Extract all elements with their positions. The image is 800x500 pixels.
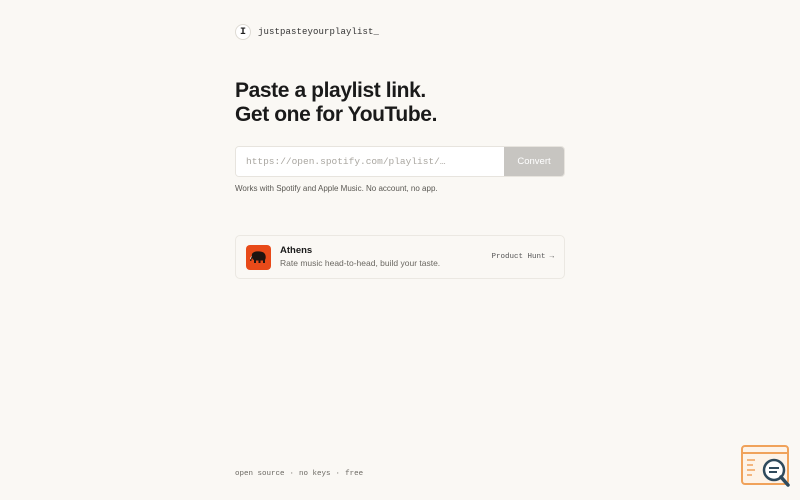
feedback-widget-icon[interactable] — [740, 444, 792, 490]
arrow-right-icon: → — [549, 253, 554, 261]
product-hunt-link[interactable]: Product Hunt → — [491, 253, 554, 261]
footer-item-open-source: open source — [235, 470, 285, 478]
promo-description: Rate music head-to-head, build your tast… — [280, 258, 441, 268]
product-hunt-label: Product Hunt — [491, 253, 546, 261]
convert-form: Convert — [235, 146, 565, 177]
page-title: Paste a playlist link. Get one for YouTu… — [235, 79, 437, 127]
site-name[interactable]: justpasteyourplaylist_ — [258, 27, 379, 37]
logo-icon[interactable]: I — [235, 24, 251, 40]
helper-text: Works with Spotify and Apple Music. No a… — [235, 184, 438, 193]
footer-separator: · — [289, 470, 295, 478]
footer: open source · no keys · free — [235, 470, 363, 478]
footer-item-free: free — [345, 470, 364, 478]
mammoth-icon — [246, 244, 271, 270]
promo-card[interactable]: Athens Rate music head-to-head, build yo… — [235, 235, 565, 279]
convert-button[interactable]: Convert — [504, 147, 564, 176]
playlist-url-input[interactable] — [236, 147, 504, 176]
footer-separator: · — [335, 470, 341, 478]
page-title-line-1: Paste a playlist link. — [235, 79, 426, 102]
promo-title: Athens — [280, 245, 313, 256]
page-title-line-2: Get one for YouTube. — [235, 103, 438, 126]
site-header: I justpasteyourplaylist_ — [235, 24, 379, 40]
footer-item-no-keys: no keys — [299, 470, 331, 478]
